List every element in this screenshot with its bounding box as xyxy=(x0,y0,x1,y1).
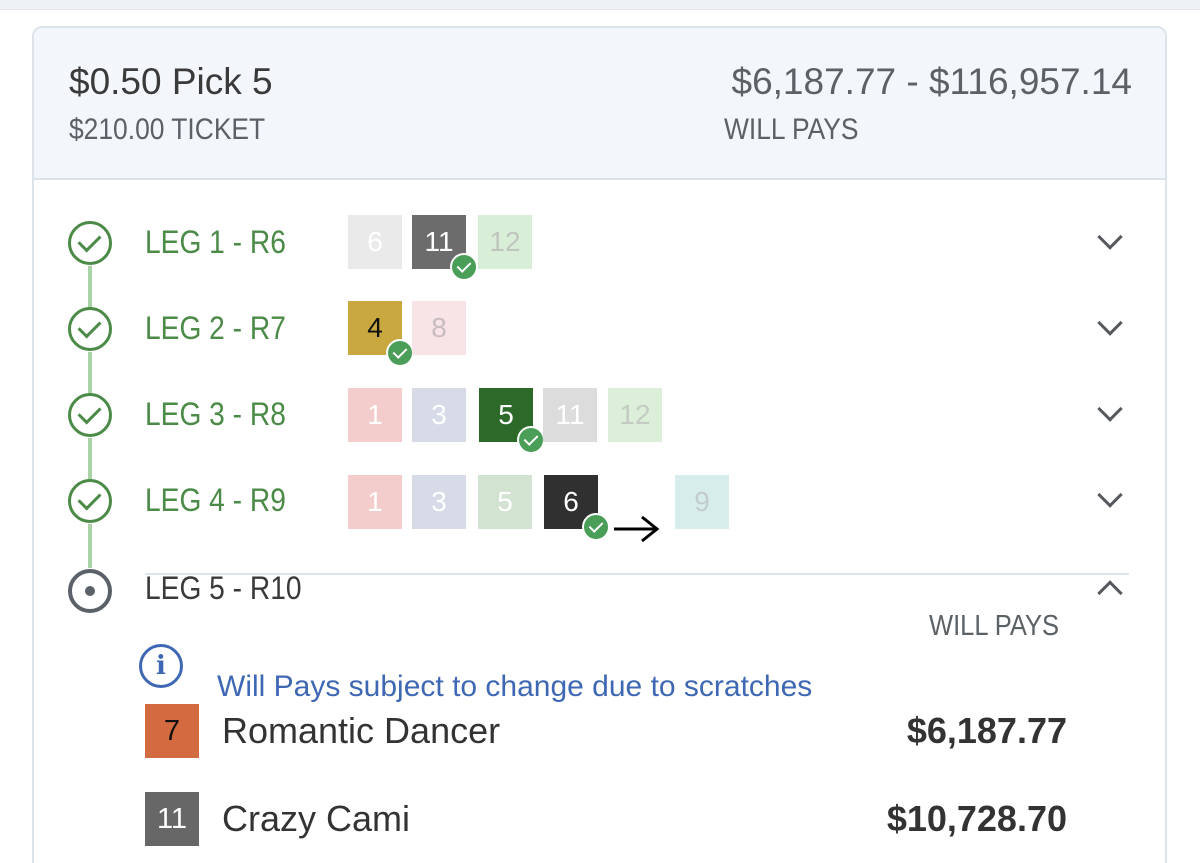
leg-row-2[interactable]: LEG 2 - R7 4 8 xyxy=(34,294,1165,367)
runner-name: Crazy Cami xyxy=(222,798,411,839)
top-divider xyxy=(0,0,1200,10)
arrow-right-icon xyxy=(614,515,660,543)
horse-number-1: 1 xyxy=(348,388,402,442)
leg-label: LEG 2 - R7 xyxy=(145,310,286,346)
radio-dot-icon xyxy=(68,569,112,613)
horse-number-5-winner: 5 xyxy=(479,388,545,454)
bet-title: $0.50 Pick 5 xyxy=(69,61,273,102)
horse-number-3: 3 xyxy=(412,388,466,442)
leg-label: LEG 4 - R9 xyxy=(145,482,286,518)
horse-number-11: 11 xyxy=(543,388,597,442)
winner-check-icon xyxy=(517,426,545,454)
chevron-down-icon[interactable] xyxy=(1097,224,1123,250)
will-pay-runner-row: 7 Romantic Dancer $6,187.77 xyxy=(34,704,1165,764)
pick5-ticket-card: $0.50 Pick 5 $210.00 TICKET $6,187.77 - … xyxy=(32,26,1167,863)
horse-number-1: 1 xyxy=(348,475,402,529)
leg-label: LEG 1 - R6 xyxy=(145,224,286,260)
leg-label: LEG 3 - R8 xyxy=(145,396,286,432)
horse-number-8: 8 xyxy=(412,301,466,355)
chevron-down-icon[interactable] xyxy=(1097,482,1123,508)
horse-number-6: 6 xyxy=(348,215,402,269)
ticket-cost: $210.00 TICKET xyxy=(69,113,266,146)
info-message: Will Pays subject to change due to scrat… xyxy=(217,670,813,703)
check-circle-icon xyxy=(68,307,112,351)
runner-number: 11 xyxy=(145,792,199,846)
horse-number-12: 12 xyxy=(608,388,662,442)
leg-row-1[interactable]: LEG 1 - R6 6 11 12 xyxy=(34,208,1165,281)
runner-will-pay: $10,728.70 xyxy=(886,798,1067,839)
check-circle-icon xyxy=(68,393,112,437)
chevron-down-icon[interactable] xyxy=(1097,310,1123,336)
runner-name: Romantic Dancer xyxy=(222,710,501,751)
winner-check-icon xyxy=(582,513,610,541)
chevron-down-icon[interactable] xyxy=(1097,396,1123,422)
leg-label: LEG 5 - R10 xyxy=(145,570,302,606)
runner-number: 7 xyxy=(145,704,199,758)
leg-row-3[interactable]: LEG 3 - R8 1 3 5 11 12 xyxy=(34,380,1165,454)
horse-number-9-alternate: 9 xyxy=(675,475,729,529)
ticket-header: $0.50 Pick 5 $210.00 TICKET $6,187.77 - … xyxy=(34,28,1165,180)
payout-range: $6,187.77 - $116,957.14 xyxy=(731,61,1133,102)
chevron-up-icon[interactable] xyxy=(1097,580,1123,606)
will-pays-header-label: WILL PAYS xyxy=(724,113,859,146)
horse-number-3: 3 xyxy=(412,475,466,529)
check-circle-icon xyxy=(68,479,112,523)
leg-row-4[interactable]: LEG 4 - R9 1 3 5 6 9 xyxy=(34,466,1165,541)
horse-number-12: 12 xyxy=(478,215,532,269)
will-pay-runner-row: 11 Crazy Cami $10,728.70 xyxy=(34,792,1165,852)
runner-will-pay: $6,187.77 xyxy=(906,710,1067,751)
horse-number-4-winner: 4 xyxy=(348,301,414,367)
horse-number-11-winner: 11 xyxy=(412,215,478,281)
will-pays-label: WILL PAYS xyxy=(929,610,1060,642)
horse-number-5: 5 xyxy=(478,475,532,529)
winner-check-icon xyxy=(386,339,414,367)
check-circle-icon xyxy=(68,221,112,265)
winner-check-icon xyxy=(450,253,478,281)
horse-number-6-winner: 6 xyxy=(544,475,610,541)
info-icon: i xyxy=(139,644,183,688)
